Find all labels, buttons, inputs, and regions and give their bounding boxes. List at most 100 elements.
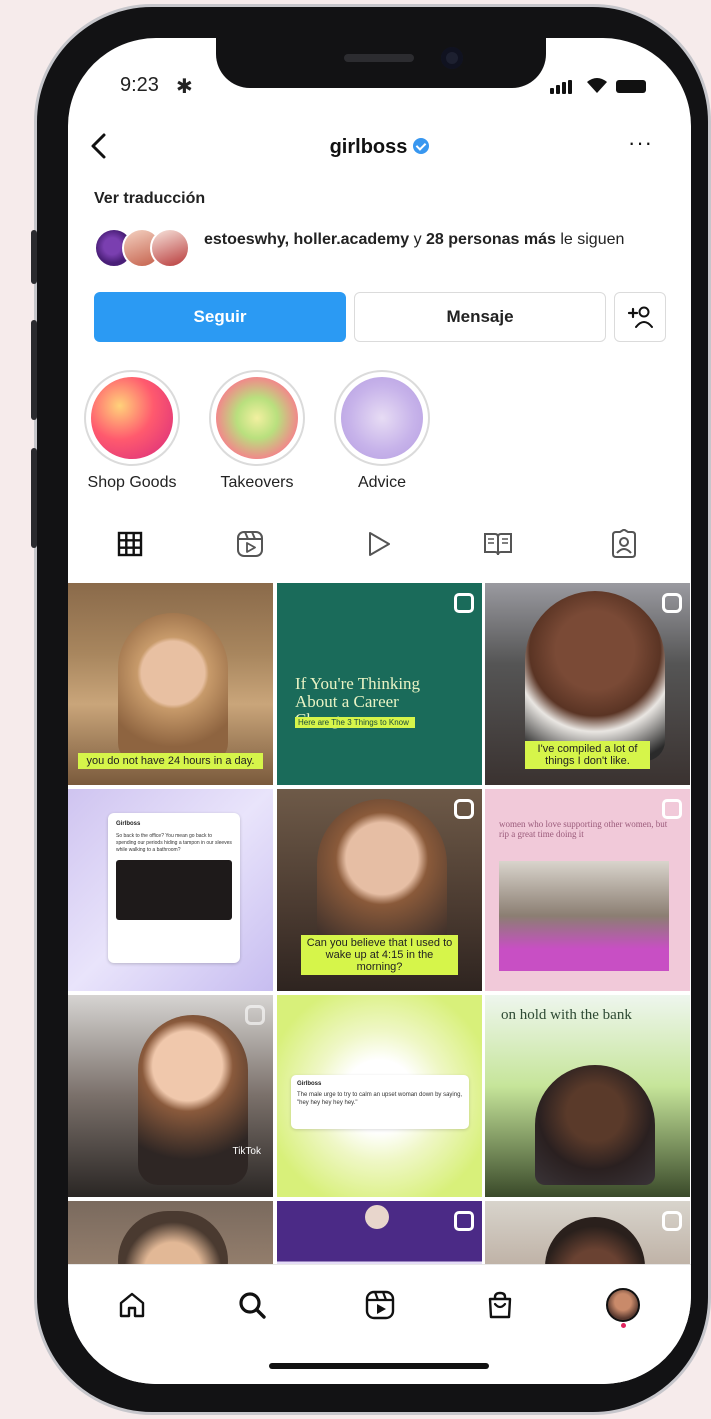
verified-icon	[413, 138, 430, 154]
shop-tab[interactable]	[482, 1287, 518, 1323]
add-user-icon	[627, 306, 653, 328]
post-tile[interactable]: you do not have 24 hours in a day.	[68, 583, 273, 785]
tweet-author: Girlboss	[297, 1081, 322, 1087]
story-highlights: Shop Goods Takeovers Advice	[82, 370, 482, 500]
speaker	[344, 54, 414, 62]
search-tab[interactable]	[234, 1287, 270, 1323]
post-tile[interactable]: women who love supporting other women, b…	[485, 789, 690, 991]
wifi-icon	[587, 78, 607, 93]
tiktok-watermark: TikTok	[232, 1146, 261, 1157]
post-photo	[499, 861, 669, 971]
post-tile[interactable]: on hold with the bank	[485, 995, 690, 1197]
notification-dot	[621, 1323, 626, 1328]
posts-grid: you do not have 24 hours in a day. If Yo…	[68, 583, 691, 1283]
guides-icon	[484, 533, 512, 556]
highlight-ring	[84, 370, 180, 466]
highlight-advice[interactable]: Advice	[332, 370, 432, 492]
reels-badge-icon	[662, 593, 682, 613]
volume-up-button	[31, 320, 37, 420]
followed-by-joiner: y	[409, 231, 427, 248]
carousel-icon	[454, 593, 474, 613]
highlight-ring	[334, 370, 430, 466]
guides-tab[interactable]	[480, 526, 516, 562]
video-icon	[369, 532, 390, 556]
grid-icon	[117, 531, 143, 557]
person-photo	[138, 1015, 248, 1185]
notch	[216, 38, 546, 88]
home-tab[interactable]	[114, 1287, 150, 1323]
avatar	[150, 228, 190, 268]
signal-icon	[550, 80, 572, 94]
followed-by-count: 28 personas más	[426, 231, 556, 248]
person-photo	[525, 591, 665, 761]
tweet-card: Girlboss So back to the office? You mean…	[108, 813, 240, 963]
video-tab[interactable]	[360, 526, 396, 562]
highlight-ring	[209, 370, 305, 466]
tweet-image	[116, 860, 232, 920]
post-tile[interactable]: Girlboss The male urge to try to calm an…	[277, 995, 482, 1197]
tweet-author: Girlboss	[116, 821, 141, 827]
highlight-cover	[216, 377, 298, 459]
highlight-cover	[91, 377, 173, 459]
reels-icon	[237, 531, 263, 557]
reels-nav-tab[interactable]	[362, 1287, 398, 1323]
post-tile[interactable]: Girlboss So back to the office? You mean…	[68, 789, 273, 991]
tweet-text: The male urge to try to calm an upset wo…	[297, 1092, 463, 1106]
front-camera	[441, 47, 463, 69]
home-icon	[119, 1292, 145, 1318]
tagged-icon	[612, 529, 636, 558]
bluetooth-icon: ✱	[176, 76, 193, 98]
grid-tab[interactable]	[112, 526, 148, 562]
profile-tabs	[68, 522, 691, 568]
post-caption: I've compiled a lot of things I don't li…	[525, 741, 650, 769]
more-options-icon[interactable]: ···	[628, 130, 653, 156]
avatar	[606, 1288, 640, 1322]
post-header-text: women who love supporting other women, b…	[499, 819, 668, 839]
username-text: girlboss	[329, 136, 408, 158]
highlight-cover	[341, 377, 423, 459]
tagged-tab[interactable]	[606, 526, 642, 562]
post-subtitle: Here are The 3 Things to Know	[295, 717, 415, 728]
reels-badge-icon	[454, 799, 474, 819]
follow-button[interactable]: Seguir	[94, 292, 346, 342]
followed-by-tail: le siguen	[555, 231, 625, 248]
add-user-button[interactable]	[614, 292, 666, 342]
home-indicator	[269, 1363, 489, 1369]
profile-tab[interactable]	[605, 1287, 641, 1323]
volume-down-button	[31, 448, 37, 548]
post-caption: Can you believe that I used to wake up a…	[301, 935, 458, 975]
post-tile[interactable]: Can you believe that I used to wake up a…	[277, 789, 482, 991]
reels-badge-icon	[662, 1211, 682, 1231]
post-header-text: on hold with the bank	[501, 1007, 632, 1023]
see-translation-link[interactable]: Ver traducción	[94, 190, 205, 208]
follower-avatars	[94, 228, 194, 272]
tweet-card: Girlboss The male urge to try to calm an…	[291, 1075, 469, 1129]
reels-badge-icon	[245, 1005, 265, 1025]
profile-actions: Seguir Mensaje	[94, 292, 666, 342]
highlight-shop-goods[interactable]: Shop Goods	[82, 370, 182, 492]
profile-header: girlboss ···	[68, 130, 691, 166]
battery-icon	[616, 80, 646, 93]
status-time: 9:23	[120, 74, 159, 96]
post-avatar	[365, 1205, 389, 1229]
person-photo	[118, 613, 228, 763]
post-tile[interactable]: If You're Thinking About a Career Change…	[277, 583, 482, 785]
phone-screen: 9:23 ✱ girlboss ··· Ver traducción estoe…	[68, 38, 691, 1384]
highlight-takeovers[interactable]: Takeovers	[207, 370, 307, 492]
person-photo	[535, 1065, 655, 1185]
post-tile[interactable]: I've compiled a lot of things I don't li…	[485, 583, 690, 785]
reels-tab[interactable]	[232, 526, 268, 562]
highlight-label: Shop Goods	[87, 474, 177, 491]
tweet-text: So back to the office? You mean go back …	[116, 833, 232, 853]
highlight-label: Takeovers	[220, 474, 294, 491]
followed-by-text: estoeswhy, holler.academy y 28 personas …	[204, 228, 664, 252]
reels-icon	[365, 1290, 395, 1320]
shopping-bag-icon	[488, 1291, 512, 1319]
message-button[interactable]: Mensaje	[354, 292, 606, 342]
followed-by[interactable]: estoeswhy, holler.academy y 28 personas …	[94, 226, 674, 276]
carousel-icon	[662, 799, 682, 819]
profile-username: girlboss	[68, 136, 691, 159]
post-tile[interactable]: TikTok	[68, 995, 273, 1197]
post-caption: you do not have 24 hours in a day.	[78, 753, 263, 769]
followed-by-names: estoeswhy, holler.academy	[204, 231, 410, 248]
